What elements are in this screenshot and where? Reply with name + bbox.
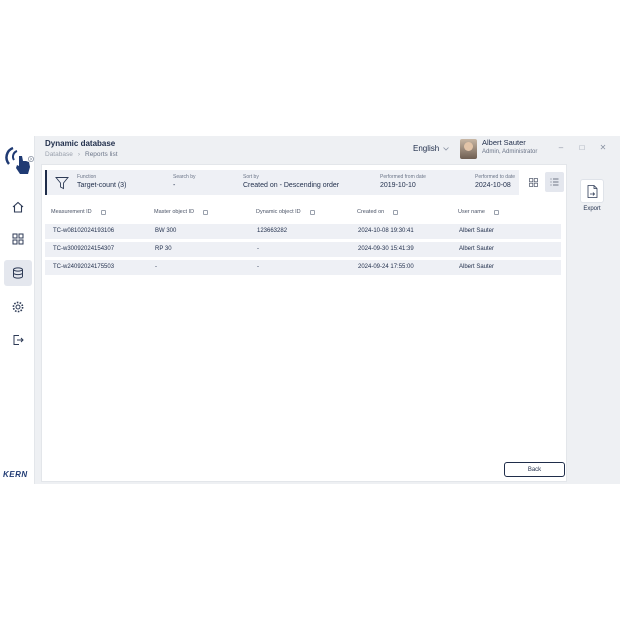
filter-to-date: Performed to date 2024-10-08 bbox=[475, 174, 515, 189]
avatar bbox=[460, 139, 477, 159]
cell-dynamic-object-id: - bbox=[257, 264, 259, 270]
logout-icon bbox=[13, 335, 24, 345]
column-filter-icon[interactable] bbox=[493, 209, 499, 215]
filter-search-label: Search by bbox=[173, 174, 196, 180]
chevron-down-icon bbox=[443, 146, 450, 151]
filter-from-label: Performed from date bbox=[380, 174, 426, 180]
user-name: Albert Sauter bbox=[482, 138, 526, 147]
header: Dynamic database Database › Reports list… bbox=[35, 136, 620, 164]
list-view-icon bbox=[550, 178, 559, 186]
column-filter-icon[interactable] bbox=[309, 209, 315, 215]
filter-summary-bar[interactable]: Function Target-count (3) Search by - So… bbox=[45, 170, 519, 195]
column-header-user-name[interactable]: User name bbox=[458, 209, 499, 215]
filter-from-date: Performed from date 2019-10-10 bbox=[380, 174, 426, 189]
cell-master-object-id: BW 300 bbox=[155, 228, 177, 234]
cell-measurement-id: TC-w24092024175503 bbox=[53, 264, 115, 270]
cell-measurement-id: TC-w08102024193106 bbox=[53, 228, 115, 234]
sidebar: KERN bbox=[0, 136, 35, 484]
cell-created-on: 2024-10-08 19:30:41 bbox=[358, 228, 414, 234]
cell-dynamic-object-id: - bbox=[257, 246, 259, 252]
language-selector[interactable]: English bbox=[413, 144, 450, 153]
user-role: Admin, Administrator bbox=[482, 149, 538, 155]
filter-function-label: Function bbox=[77, 174, 97, 180]
main-panel: Function Target-count (3) Search by - So… bbox=[41, 164, 567, 482]
breadcrumb-database[interactable]: Database bbox=[45, 151, 73, 158]
minimize-button[interactable]: – bbox=[555, 142, 567, 154]
sidebar-item-settings[interactable] bbox=[4, 294, 32, 320]
table-row[interactable]: TC-w08102024193106 BW 300 123663282 2024… bbox=[45, 224, 561, 239]
cell-measurement-id: TC-w30092024154307 bbox=[53, 246, 115, 252]
column-header-master-object-id[interactable]: Master object ID bbox=[154, 209, 209, 215]
filter-sort-value: Created on - Descending order bbox=[243, 182, 340, 189]
filter-search: Search by - bbox=[173, 174, 196, 189]
grid-view-button[interactable] bbox=[524, 173, 542, 191]
filter-function: Function Target-count (3) bbox=[77, 174, 126, 189]
cell-master-object-id: - bbox=[155, 264, 157, 270]
filter-to-value: 2024-10-08 bbox=[475, 182, 511, 189]
filter-sort: Sort by Created on - Descending order bbox=[243, 174, 339, 189]
action-panel: Export bbox=[569, 164, 620, 482]
breadcrumb: Database › Reports list bbox=[45, 151, 118, 158]
grid-view-icon bbox=[528, 177, 538, 187]
export-document-icon bbox=[587, 184, 597, 198]
cell-dynamic-object-id: 123663282 bbox=[257, 228, 288, 234]
filter-function-value: Target-count (3) bbox=[77, 182, 127, 189]
column-filter-icon[interactable] bbox=[203, 209, 209, 215]
export-button[interactable] bbox=[580, 179, 604, 203]
column-header-dynamic-object-id[interactable]: Dynamic object ID bbox=[256, 209, 315, 215]
page-title: Dynamic database bbox=[45, 139, 116, 148]
maximize-button[interactable]: □ bbox=[576, 142, 588, 154]
column-filter-icon[interactable] bbox=[393, 209, 399, 215]
column-label: User name bbox=[458, 209, 485, 215]
column-header-measurement-id[interactable]: Measurement ID bbox=[51, 209, 106, 215]
filter-funnel-icon bbox=[55, 177, 69, 190]
sidebar-item-database[interactable] bbox=[4, 260, 32, 286]
cell-created-on: 2024-09-24 17:55:00 bbox=[358, 264, 414, 270]
sidebar-item-logout[interactable] bbox=[4, 327, 32, 353]
column-filter-icon[interactable] bbox=[100, 209, 106, 215]
table-row[interactable]: TC-w30092024154307 RP 30 - 2024-09-30 15… bbox=[45, 242, 561, 257]
cell-created-on: 2024-09-30 15:41:39 bbox=[358, 246, 414, 252]
cell-user-name: Albert Sauter bbox=[459, 264, 495, 270]
cell-master-object-id: RP 30 bbox=[155, 246, 172, 252]
grid-icon bbox=[12, 233, 24, 245]
column-header-created-on[interactable]: Created on bbox=[357, 209, 399, 215]
column-label: Measurement ID bbox=[51, 209, 92, 215]
filter-sort-label: Sort by bbox=[243, 174, 259, 180]
back-button[interactable]: Back bbox=[504, 462, 565, 477]
cell-user-name: Albert Sauter bbox=[459, 228, 495, 234]
sidebar-item-dashboard[interactable] bbox=[4, 226, 32, 252]
column-label: Master object ID bbox=[154, 209, 195, 215]
kern-hand-logo-icon bbox=[5, 146, 34, 174]
database-icon bbox=[13, 267, 23, 279]
column-label: Created on bbox=[357, 209, 385, 215]
filter-from-value: 2019-10-10 bbox=[380, 182, 416, 189]
sidebar-item-home[interactable] bbox=[4, 194, 32, 220]
table-row[interactable]: TC-w24092024175503 - - 2024-09-24 17:55:… bbox=[45, 260, 561, 275]
gear-icon bbox=[12, 301, 24, 313]
export-label: Export bbox=[583, 206, 601, 212]
kern-logo: KERN bbox=[3, 470, 28, 479]
filter-to-label: Performed to date bbox=[475, 174, 516, 180]
breadcrumb-reports-list: Reports list bbox=[85, 151, 118, 158]
column-label: Dynamic object ID bbox=[256, 209, 301, 215]
home-icon bbox=[12, 201, 24, 213]
app-window: KERN Dynamic database Database › Reports… bbox=[0, 136, 620, 484]
cell-user-name: Albert Sauter bbox=[459, 246, 495, 252]
breadcrumb-separator-icon: › bbox=[77, 151, 80, 158]
list-view-button[interactable] bbox=[545, 172, 564, 192]
table-header: Measurement ID Master object ID Dynamic … bbox=[45, 209, 561, 221]
language-label: English bbox=[413, 144, 440, 153]
filter-search-value: - bbox=[173, 182, 176, 189]
close-button[interactable]: ✕ bbox=[597, 142, 609, 154]
